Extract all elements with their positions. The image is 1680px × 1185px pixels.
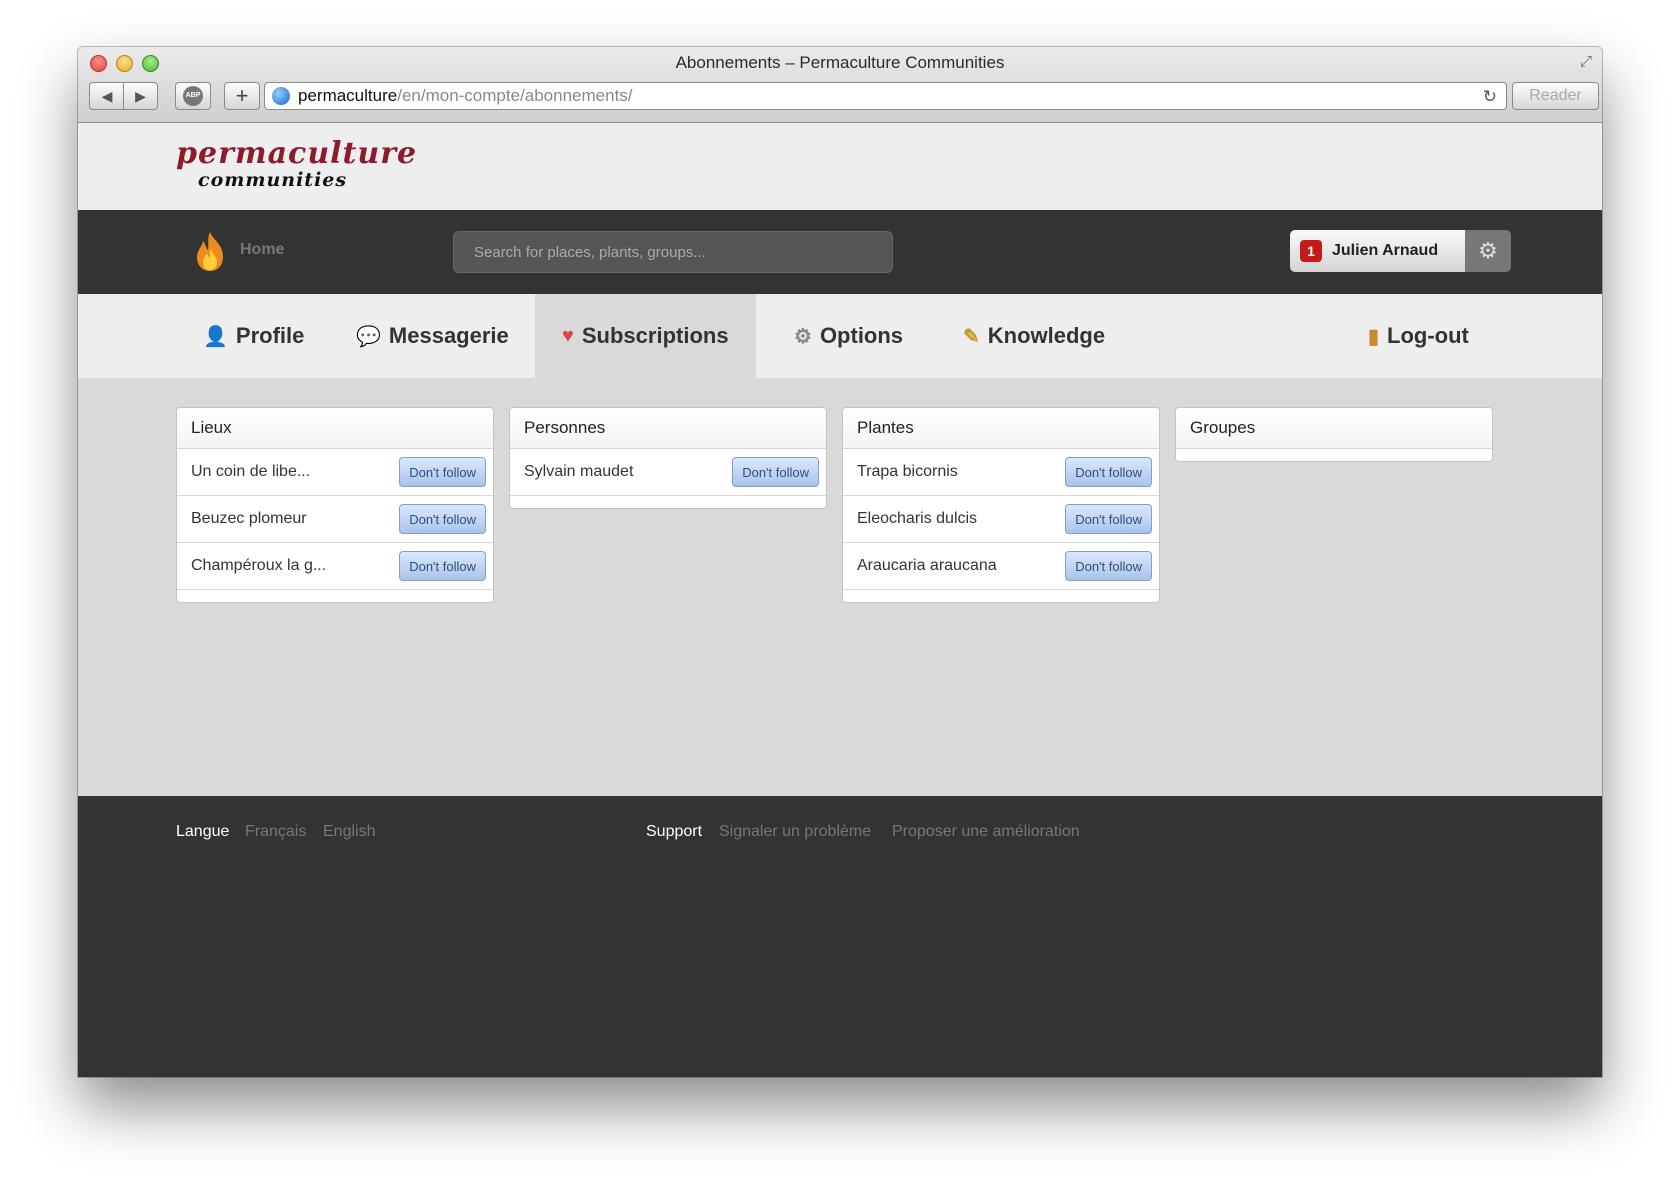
dont-follow-button[interactable]: Don't follow [1065,551,1152,581]
subscriptions-content: Lieux Un coin de libe... Don't follow Be… [78,378,1602,796]
person-icon: 👤 [203,325,228,348]
tab-label: Subscriptions [581,323,729,348]
lang-fr-link[interactable]: Français [245,823,306,841]
item-name[interactable]: Sylvain maudet [524,463,633,481]
list-item: Eleocharis dulcis Don't follow [843,496,1159,543]
panel-title: Personnes [510,408,826,449]
gear-icon: ⚙ [794,325,812,348]
plus-icon: + [235,83,249,108]
globe-icon [272,87,290,105]
list-item: Un coin de libe... Don't follow [177,449,493,496]
panel-title: Plantes [843,408,1159,449]
adblock-button[interactable]: ABP [175,82,211,110]
url-host: permaculture [298,86,398,105]
new-tab-button[interactable]: + [224,82,260,110]
panel-groupes: Groupes [1175,407,1493,462]
url-path: /en/mon-compte/abonnements/ [397,86,633,105]
item-name[interactable]: Champéroux la g... [191,557,326,575]
heart-icon: ♥ [562,324,574,347]
door-icon: ▮ [1368,325,1380,348]
logo-line1: permaculture [176,136,418,171]
tab-label: Log-out [1387,323,1469,348]
panel-title: Lieux [177,408,493,449]
suggest-improvement-link[interactable]: Proposer une amélioration [892,823,1080,841]
panel-footer [177,590,493,602]
panel-plantes: Plantes Trapa bicornis Don't follow Eleo… [842,407,1160,603]
flame-icon[interactable] [193,230,227,272]
forward-button[interactable]: ▶ [123,82,158,110]
tab-profile[interactable]: 👤 Profile [203,294,304,378]
panel-personnes: Personnes Sylvain maudet Don't follow [509,407,827,509]
item-name[interactable]: Un coin de libe... [191,463,310,481]
item-name[interactable]: Eleocharis dulcis [857,510,977,528]
back-arrow-icon: ◀ [101,87,113,104]
site-logo[interactable]: permaculture communities [176,136,418,192]
search-input[interactable] [453,231,893,273]
support-label: Support [646,823,703,840]
tab-messagerie[interactable]: 💬 Messagerie [356,294,509,378]
logo-line2: communities [198,169,348,191]
panel-footer [1176,449,1492,461]
panel-title: Groupes [1176,408,1492,449]
item-name[interactable]: Trapa bicornis [857,463,958,481]
list-item: Sylvain maudet Don't follow [510,449,826,496]
browser-window: Abonnements – Permaculture Communities ⤢… [78,47,1602,1077]
langue-label: Langue [176,823,230,840]
user-menu-button[interactable]: 1 Julien Arnaud [1290,230,1465,272]
adblock-icon: ABP [183,86,203,106]
dont-follow-button[interactable]: Don't follow [399,504,486,534]
dont-follow-button[interactable]: Don't follow [399,551,486,581]
dont-follow-button[interactable]: Don't follow [732,457,819,487]
dont-follow-button[interactable]: Don't follow [1065,457,1152,487]
report-problem-link[interactable]: Signaler un problème [719,823,871,841]
panel-footer [510,496,826,508]
site-footer: Langue Français English Support Signaler… [78,796,1602,1077]
dont-follow-button[interactable]: Don't follow [1065,504,1152,534]
tab-label: Options [819,323,904,348]
gear-icon: ⚙ [1478,238,1498,263]
top-nav-bar: Home 1 Julien Arnaud ⚙ [78,210,1602,294]
tab-knowledge[interactable]: ✎ Knowledge [963,294,1105,378]
fullscreen-icon[interactable]: ⤢ [1580,53,1592,70]
tab-label: Knowledge [987,323,1106,348]
list-item: Champéroux la g... Don't follow [177,543,493,590]
user-name: Julien Arnaud [1332,242,1439,259]
tab-label: Profile [235,323,305,348]
item-name[interactable]: Araucaria araucana [857,557,997,575]
tab-subscriptions[interactable]: ♥ Subscriptions [535,294,756,378]
list-item: Beuzec plomeur Don't follow [177,496,493,543]
back-button[interactable]: ◀ [89,82,124,110]
home-link[interactable]: Home [240,241,284,259]
settings-button[interactable]: ⚙ [1465,230,1511,272]
browser-titlebar: Abonnements – Permaculture Communities ⤢… [78,47,1602,123]
account-tab-menu: 👤 Profile 💬 Messagerie ♥ Subscriptions ⚙… [78,294,1602,378]
item-name[interactable]: Beuzec plomeur [191,510,307,528]
reload-icon[interactable]: ↻ [1483,87,1497,107]
list-item: Araucaria araucana Don't follow [843,543,1159,590]
tab-logout[interactable]: ▮ Log-out [1368,294,1469,378]
panel-footer [843,590,1159,602]
list-item: Trapa bicornis Don't follow [843,449,1159,496]
address-bar[interactable]: permaculture/en/mon-compte/abonnements/ … [264,82,1507,110]
reader-button[interactable]: Reader [1512,82,1599,110]
speech-bubble-icon: 💬 [356,325,381,348]
lang-en-link[interactable]: English [323,823,375,841]
panel-lieux: Lieux Un coin de libe... Don't follow Be… [176,407,494,603]
site-header: permaculture communities [78,123,1602,210]
window-title: Abonnements – Permaculture Communities [675,53,1005,72]
tab-options[interactable]: ⚙ Options [794,294,903,378]
wand-icon: ✎ [963,325,980,348]
dont-follow-button[interactable]: Don't follow [399,457,486,487]
tab-label: Messagerie [388,323,509,348]
notification-badge[interactable]: 1 [1300,240,1322,262]
forward-arrow-icon: ▶ [135,87,146,104]
